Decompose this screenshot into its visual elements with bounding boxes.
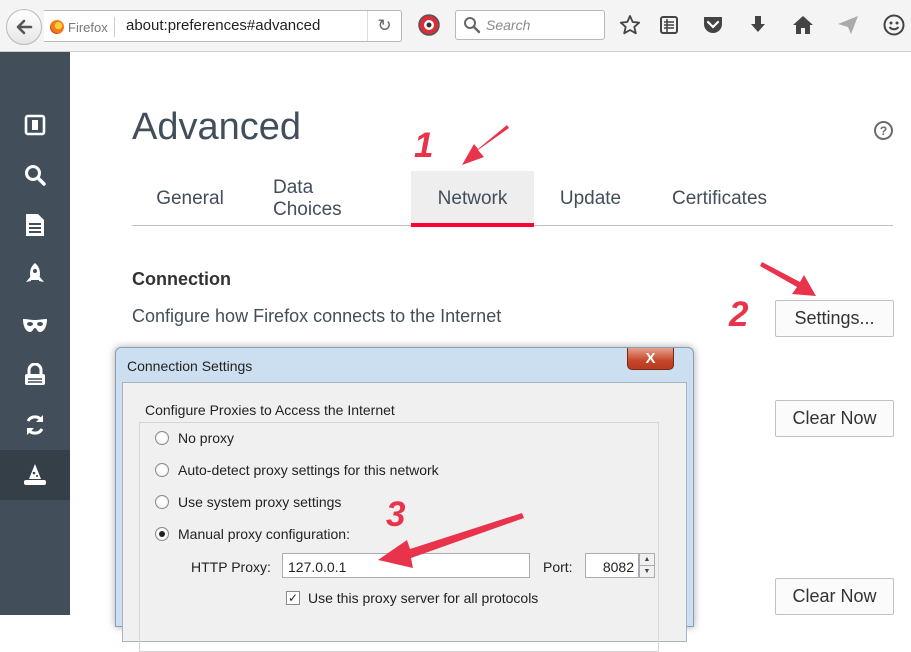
clear-now-button-2[interactable]: Clear Now [775, 578, 894, 615]
site-identity[interactable]: Firefox [50, 17, 115, 37]
search-icon [464, 17, 481, 34]
radio-no-proxy[interactable]: No proxy [155, 428, 234, 448]
advanced-wizard-icon [24, 464, 46, 485]
radio-manual-proxy[interactable]: Manual proxy configuration: [155, 524, 350, 544]
port-spinner[interactable]: ▲ ▼ [639, 553, 655, 578]
bookmarks-list-icon[interactable] [657, 13, 681, 37]
pocket-icon[interactable] [701, 13, 725, 37]
category-general[interactable] [0, 100, 70, 150]
use-all-protocols-checkbox[interactable]: ✓ [286, 591, 300, 605]
use-all-protocols-row[interactable]: ✓ Use this proxy server for all protocol… [286, 590, 538, 606]
annotation-arrow-2 [760, 262, 816, 296]
category-applications[interactable] [0, 250, 70, 300]
category-advanced[interactable] [0, 450, 70, 500]
tab-update[interactable]: Update [534, 171, 647, 226]
search-icon [25, 165, 46, 186]
url-bar[interactable]: Firefox about:preferences#advanced ↻ [44, 10, 402, 42]
http-proxy-input[interactable]: 127.0.0.1 [282, 553, 530, 578]
port-label: Port: [543, 559, 573, 575]
category-content[interactable] [0, 200, 70, 250]
category-security[interactable] [0, 350, 70, 400]
home-icon[interactable] [791, 13, 815, 37]
tab-data-choices[interactable]: Data Choices [248, 171, 411, 226]
bookmark-star-icon[interactable] [618, 13, 642, 37]
general-icon [24, 114, 46, 136]
radio-label: Manual proxy configuration: [178, 526, 350, 542]
search-bar[interactable]: Search [455, 10, 605, 40]
reload-button[interactable]: ↻ [367, 11, 401, 41]
content-icon [26, 214, 44, 236]
http-proxy-label: HTTP Proxy: [191, 559, 271, 575]
identity-label: Firefox [68, 19, 108, 35]
browser-toolbar: Firefox about:preferences#advanced ↻ Sea… [0, 0, 911, 52]
close-icon: X [645, 350, 656, 367]
tab-general[interactable]: General [132, 171, 248, 226]
advanced-tabs: General Data Choices Network Update Cert… [132, 171, 893, 227]
category-sync[interactable] [0, 400, 70, 450]
back-arrow-icon [16, 19, 33, 35]
spin-up-icon[interactable]: ▲ [640, 554, 654, 566]
radio-auto-detect[interactable]: Auto-detect proxy settings for this netw… [155, 460, 439, 480]
radio-button[interactable] [155, 463, 169, 477]
hello-chat-icon[interactable] [882, 13, 906, 37]
radio-label: No proxy [178, 430, 235, 446]
radio-system-proxy[interactable]: Use system proxy settings [155, 492, 341, 512]
tab-network[interactable]: Network [411, 171, 534, 227]
spin-down-icon[interactable]: ▼ [640, 566, 654, 577]
category-search[interactable] [0, 150, 70, 200]
dialog-title: Connection Settings [127, 358, 253, 374]
port-input[interactable]: 8082 [585, 553, 639, 578]
connection-settings-dialog: Connection Settings X Configure Proxies … [115, 347, 694, 652]
search-placeholder: Search [486, 17, 531, 33]
dialog-close-button[interactable]: X [627, 348, 674, 370]
connection-description: Configure how Firefox connects to the In… [132, 306, 502, 326]
clear-now-button[interactable]: Clear Now [775, 400, 894, 437]
preferences-sidebar [0, 52, 70, 615]
page-title: Advanced [132, 106, 302, 148]
use-all-protocols-label: Use this proxy server for all protocols [308, 590, 539, 606]
settings-button[interactable]: Settings... [775, 300, 894, 337]
privacy-mask-icon [23, 319, 47, 332]
addon-icon[interactable] [418, 14, 440, 36]
applications-icon [26, 263, 44, 282]
firefox-logo-icon [50, 20, 64, 34]
security-lock-icon [25, 363, 45, 385]
share-icon[interactable] [836, 13, 860, 37]
annotation-step-3: 3 [386, 495, 406, 534]
radio-button-selected[interactable] [155, 527, 169, 541]
radio-label: Auto-detect proxy settings for this netw… [178, 462, 439, 478]
connection-heading: Connection [132, 269, 231, 289]
url-text[interactable]: about:preferences#advanced [126, 17, 320, 34]
help-icon[interactable]: ? [874, 121, 893, 140]
annotation-arrow-1 [462, 125, 509, 165]
radio-label: Use system proxy settings [178, 494, 342, 510]
annotation-step-2: 2 [729, 295, 749, 334]
reload-icon: ↻ [377, 16, 392, 35]
downloads-icon[interactable] [746, 13, 770, 37]
radio-button[interactable] [155, 495, 169, 509]
category-privacy[interactable] [0, 300, 70, 350]
tab-certificates[interactable]: Certificates [647, 171, 792, 226]
back-button[interactable] [6, 9, 42, 45]
sync-icon [26, 415, 44, 435]
radio-button[interactable] [155, 431, 169, 445]
proxy-group-title: Configure Proxies to Access the Internet [145, 402, 395, 418]
annotation-step-1: 1 [414, 126, 434, 165]
